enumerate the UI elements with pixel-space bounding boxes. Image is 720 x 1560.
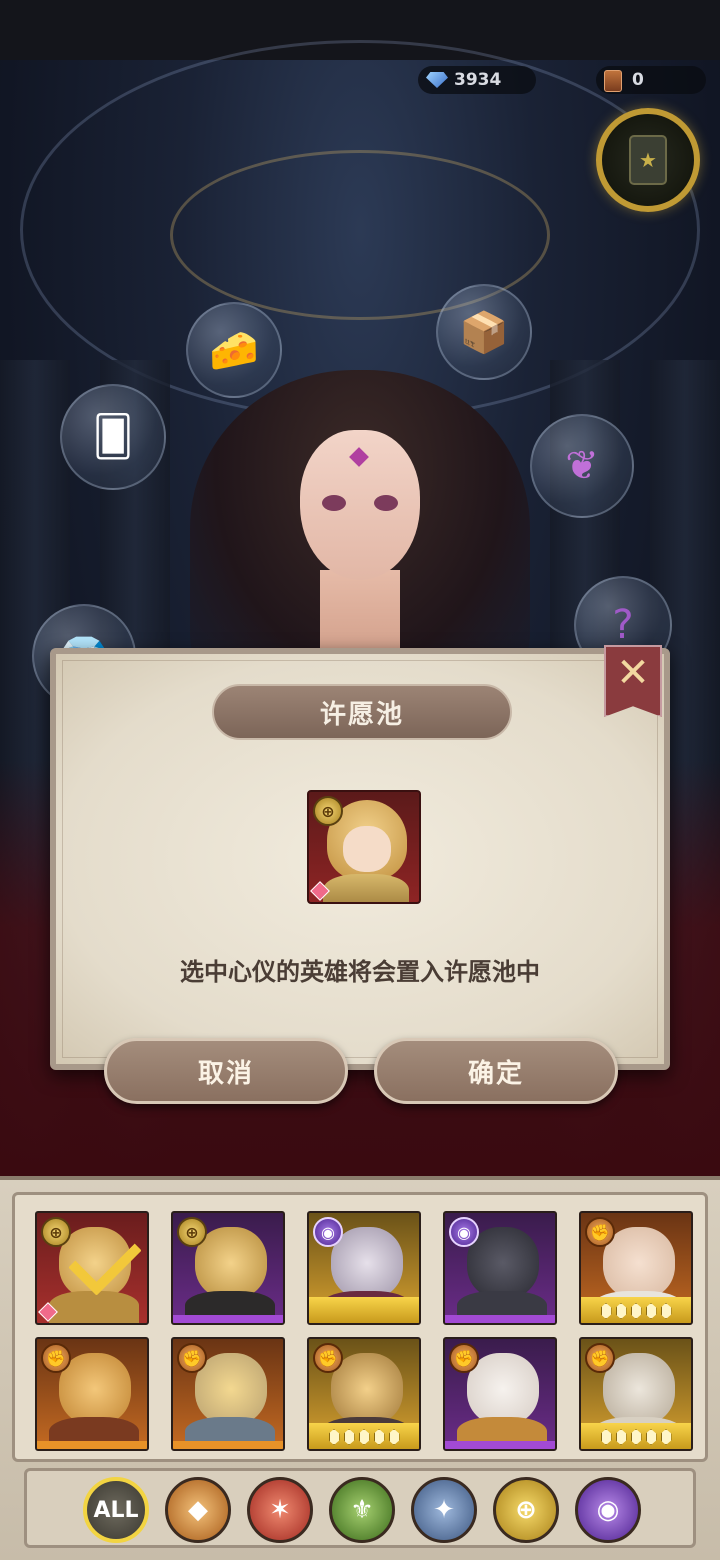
star-icon (630, 1303, 642, 1319)
rarity-bar (173, 1315, 283, 1323)
filter-lily-icon[interactable]: ⚜ (329, 1477, 395, 1543)
hero-body (49, 1291, 139, 1323)
close-icon: ✕ (616, 650, 650, 696)
hero-grid: ⊕ ⊕ ◉ ◉ ✊ ✊ ✊ ✊ ✊ ✊ (12, 1192, 708, 1462)
hero-card[interactable]: ✊ (443, 1337, 557, 1451)
collection-orb-button[interactable]: ★ (596, 108, 700, 212)
filter-eye-icon[interactable]: ◉ (575, 1477, 641, 1543)
star-icon (373, 1429, 385, 1445)
star-rating (309, 1429, 419, 1445)
dialog-title: 许愿池 (319, 699, 404, 730)
star-icon (600, 1303, 612, 1319)
chest-bubble[interactable]: 📦 (436, 284, 532, 380)
fist-class-icon: ✊ (177, 1343, 207, 1373)
rarity-bar (309, 1297, 419, 1323)
cancel-label: 取消 (197, 1058, 254, 1089)
hero-armor (323, 874, 409, 902)
star-icon (358, 1429, 370, 1445)
star-card-icon: ★ (629, 135, 667, 185)
star-icon (600, 1429, 612, 1445)
eye-left (322, 495, 346, 511)
fist-class-icon: ✊ (313, 1343, 343, 1373)
filter-crosshair-icon[interactable]: ⊕ (493, 1477, 559, 1543)
cheese-bubble[interactable]: 🧀 (186, 302, 282, 398)
star-rating (581, 1303, 691, 1319)
hero-card-selected[interactable]: ⊕ (35, 1211, 149, 1325)
star-rating (581, 1429, 691, 1445)
rarity-bar (445, 1441, 555, 1449)
eye-class-icon: ◉ (449, 1217, 479, 1247)
hero-card[interactable]: ◉ (443, 1211, 557, 1325)
filter-shield-icon[interactable]: ✦ (411, 1477, 477, 1543)
star-icon (615, 1303, 627, 1319)
eye-right (374, 495, 398, 511)
crosshair-class-icon: ⊕ (177, 1217, 207, 1247)
filter-warrior-icon[interactable]: ◆ (165, 1477, 231, 1543)
star-icon (660, 1303, 672, 1319)
selected-hero-portrait: ⊕ (307, 790, 421, 904)
ticket-count: 0 (632, 70, 644, 90)
crosshair-class-icon: ⊕ (41, 1217, 71, 1247)
fist-class-icon: ✊ (449, 1343, 479, 1373)
hero-hair (327, 800, 407, 880)
ticket-icon (604, 70, 622, 92)
gem-counter[interactable]: 3934 (418, 66, 536, 94)
dialog-message: 选中心仪的英雄将会置入许愿池中 (180, 958, 540, 986)
cancel-button[interactable]: 取消 (104, 1038, 348, 1104)
hero-selection-panel: ⊕ ⊕ ◉ ◉ ✊ ✊ ✊ ✊ ✊ ✊ ALL ◆ ✶ ⚜ ✦ ⊕ ◉ (0, 1176, 720, 1560)
hero-face (343, 826, 391, 872)
fist-class-icon: ✊ (585, 1217, 615, 1247)
star-icon (645, 1303, 657, 1319)
filter-all-button[interactable]: ALL (83, 1477, 149, 1543)
rarity-gem-icon (310, 881, 330, 901)
hero-card[interactable]: ✊ (171, 1337, 285, 1451)
rarity-bar (445, 1315, 555, 1323)
gem-count: 3934 (454, 70, 502, 90)
hero-card[interactable]: ✊ (307, 1337, 421, 1451)
flame-bubble[interactable]: ❦ (530, 414, 634, 518)
goddess-face (300, 430, 420, 580)
confirm-button[interactable]: 确定 (374, 1038, 618, 1104)
fist-class-icon: ✊ (585, 1343, 615, 1373)
dialog-title-ribbon: 许愿池 (212, 684, 512, 740)
star-icon (343, 1429, 355, 1445)
star-icon (615, 1429, 627, 1445)
class-filter-bar: ALL ◆ ✶ ⚜ ✦ ⊕ ◉ (24, 1468, 696, 1548)
wish-pool-dialog: 许愿池 ⊕ 选中心仪的英雄将会置入许愿池中 (50, 648, 670, 1070)
crosshair-class-icon: ⊕ (313, 796, 343, 826)
star-icon (645, 1429, 657, 1445)
ticket-counter[interactable]: 0 (596, 66, 706, 94)
rarity-bar (37, 1441, 147, 1449)
diamond-icon (426, 72, 448, 88)
forehead-gem (349, 447, 369, 467)
filter-claw-icon[interactable]: ✶ (247, 1477, 313, 1543)
star-icon (388, 1429, 400, 1445)
rarity-bar (173, 1441, 283, 1449)
star-icon (660, 1429, 672, 1445)
hero-card[interactable]: ⊕ (171, 1211, 285, 1325)
card-bubble[interactable]: 🂠 (60, 384, 166, 490)
hero-card[interactable]: ✊ (579, 1337, 693, 1451)
confirm-label: 确定 (467, 1058, 524, 1089)
hero-card[interactable]: ✊ (579, 1211, 693, 1325)
hero-card[interactable]: ◉ (307, 1211, 421, 1325)
star-icon (630, 1429, 642, 1445)
hero-card[interactable]: ✊ (35, 1337, 149, 1451)
eye-class-icon: ◉ (313, 1217, 343, 1247)
star-icon (328, 1429, 340, 1445)
filter-all-label: ALL (93, 1497, 139, 1523)
fist-class-icon: ✊ (41, 1343, 71, 1373)
